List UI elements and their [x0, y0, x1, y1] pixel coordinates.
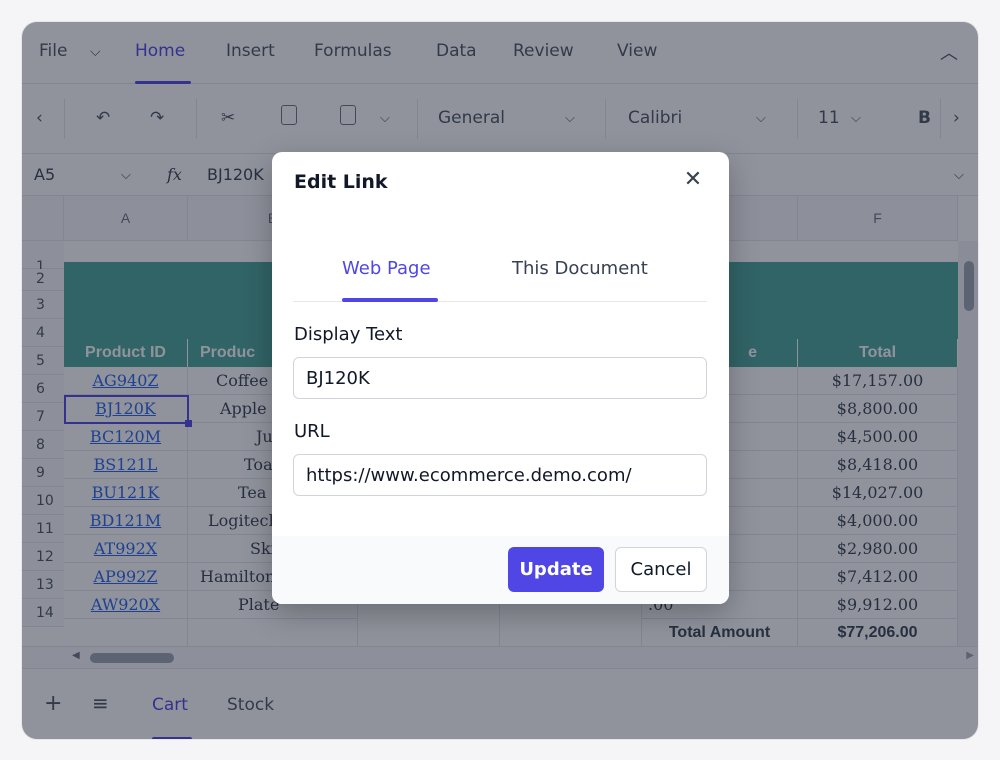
tab-this-document[interactable]: This Document — [512, 258, 648, 279]
display-text-label: Display Text — [294, 324, 403, 345]
close-icon[interactable]: ✕ — [681, 168, 705, 192]
active-tab-indicator — [342, 298, 438, 302]
update-button[interactable]: Update — [508, 547, 604, 592]
tab-web-page[interactable]: Web Page — [342, 258, 431, 279]
url-input[interactable]: https://www.ecommerce.demo.com/ — [293, 454, 707, 496]
url-label: URL — [294, 421, 330, 442]
edit-link-dialog: Edit Link ✕ Web Page This Document Displ… — [272, 152, 729, 604]
display-text-input[interactable]: BJ120K — [293, 357, 707, 399]
cancel-button[interactable]: Cancel — [615, 547, 707, 592]
dialog-title: Edit Link — [294, 171, 388, 193]
